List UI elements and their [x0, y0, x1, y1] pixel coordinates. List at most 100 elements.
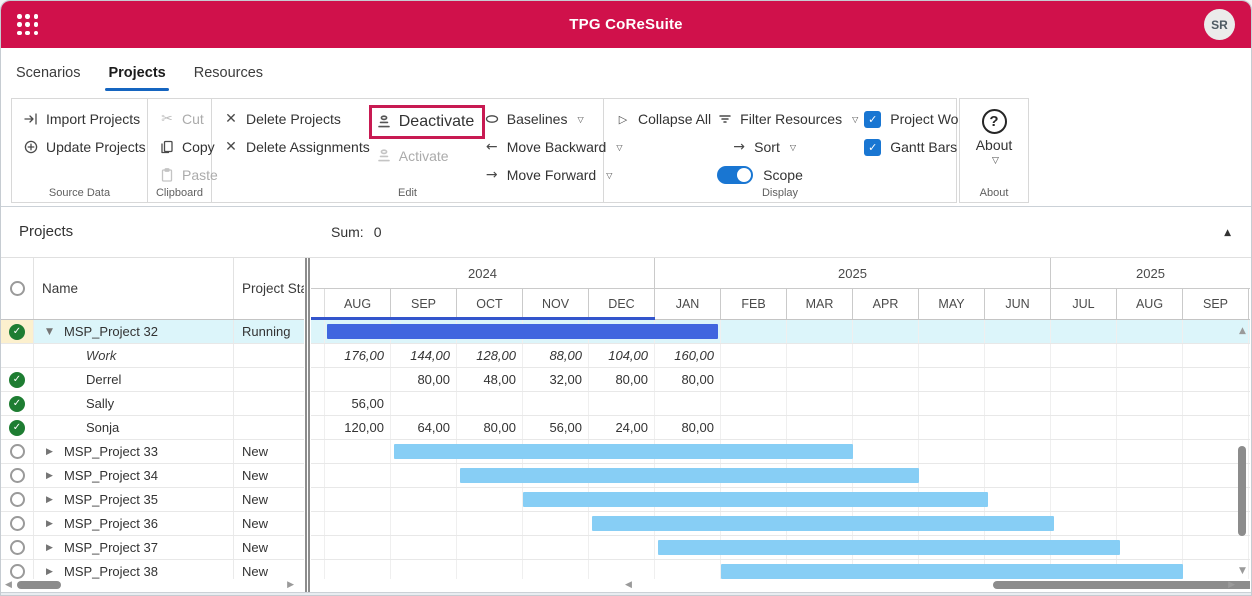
gantt-row[interactable]: [311, 560, 1250, 579]
gantt-bar[interactable]: [394, 444, 853, 459]
scroll-right-icon[interactable]: ▶: [1228, 580, 1235, 590]
expander-icon[interactable]: ▶: [46, 447, 64, 457]
row-select-cell[interactable]: ✓: [1, 368, 33, 391]
gantt-row[interactable]: 80,0048,0032,0080,0080,00: [311, 368, 1250, 392]
gantt-bar[interactable]: [721, 564, 1183, 579]
import-projects-button[interactable]: Import Projects: [20, 105, 141, 133]
deactivate-label[interactable]: Deactivate: [399, 113, 475, 131]
scroll-thumb[interactable]: [993, 581, 1250, 589]
column-header-status[interactable]: Project Sta: [233, 258, 304, 319]
panel-collapse-button[interactable]: ▲: [1224, 228, 1231, 238]
gantt-row[interactable]: 56,00: [311, 392, 1250, 416]
cut-button[interactable]: ✂ Cut: [156, 105, 205, 133]
project-row[interactable]: ▶MSP_Project 38New: [1, 560, 304, 579]
paste-button[interactable]: Paste: [156, 161, 205, 189]
gantt-bar[interactable]: [523, 492, 988, 507]
expander-icon[interactable]: ▶: [46, 567, 64, 577]
expander-icon[interactable]: ▼: [46, 327, 64, 337]
vertical-scrollbar-gantt[interactable]: ▲ ▼: [1235, 324, 1250, 578]
project-row[interactable]: ▶MSP_Project 37New: [1, 536, 304, 560]
expander-icon[interactable]: ▶: [46, 471, 64, 481]
resource-row[interactable]: ✓Derrel: [1, 368, 304, 392]
gantt-row[interactable]: [311, 488, 1250, 512]
gantt-row[interactable]: 120,0064,0080,0056,0024,0080,00: [311, 416, 1250, 440]
row-select-cell[interactable]: [1, 488, 33, 511]
scroll-thumb[interactable]: [17, 581, 61, 589]
scroll-left-icon[interactable]: ◀: [5, 580, 12, 590]
scroll-down-icon[interactable]: ▼: [1235, 566, 1250, 576]
row-radio[interactable]: [10, 468, 25, 483]
work-row[interactable]: Work: [1, 344, 304, 368]
row-radio[interactable]: [10, 444, 25, 459]
project-work-checkbox[interactable]: ✓: [864, 111, 881, 128]
resource-row[interactable]: ✓Sally: [1, 392, 304, 416]
month-header-cell[interactable]: SEP: [391, 289, 457, 319]
gantt-bar[interactable]: [592, 516, 1054, 531]
project-row[interactable]: ▶MSP_Project 35New: [1, 488, 304, 512]
copy-button[interactable]: Copy: [156, 133, 205, 161]
about-button[interactable]: About: [976, 137, 1013, 153]
month-header-cell[interactable]: APR: [853, 289, 919, 319]
scroll-thumb[interactable]: [1238, 446, 1246, 536]
row-select-cell[interactable]: ✓: [1, 416, 33, 439]
scope-toggle[interactable]: [717, 166, 753, 184]
delete-projects-button[interactable]: ✕ Delete Projects: [220, 105, 373, 133]
project-row[interactable]: ✓▼MSP_Project 32Running: [1, 320, 304, 344]
user-avatar[interactable]: SR: [1204, 9, 1235, 40]
row-select-cell[interactable]: [1, 344, 33, 367]
month-header-cell[interactable]: OCT: [457, 289, 523, 319]
gantt-bar[interactable]: [658, 540, 1120, 555]
expander-icon[interactable]: ▶: [46, 543, 64, 553]
gantt-row[interactable]: [311, 512, 1250, 536]
scroll-right-icon[interactable]: ▶: [287, 580, 294, 590]
month-header-cell[interactable]: JAN: [655, 289, 721, 319]
resource-row[interactable]: ✓Sonja: [1, 416, 304, 440]
month-header-cell[interactable]: SEP: [1183, 289, 1249, 319]
scroll-left-icon[interactable]: ◀: [625, 580, 632, 590]
tab-resources[interactable]: Resources: [191, 48, 266, 98]
select-all-cell[interactable]: [1, 258, 33, 319]
gantt-bar[interactable]: [327, 324, 718, 339]
month-header-cell[interactable]: AUG: [1117, 289, 1183, 319]
project-row[interactable]: ▶MSP_Project 36New: [1, 512, 304, 536]
collapse-all-button[interactable]: ▷ Collapse All: [612, 105, 714, 133]
row-select-cell[interactable]: [1, 536, 33, 559]
gantt-bar[interactable]: [460, 468, 919, 483]
update-projects-button[interactable]: Update Projects: [20, 133, 141, 161]
month-header-cell[interactable]: MAY: [919, 289, 985, 319]
row-select-cell[interactable]: ✓: [1, 392, 33, 415]
sort-button[interactable]: → Sort ▽: [728, 133, 861, 161]
row-select-cell[interactable]: [1, 440, 33, 463]
month-header-cell[interactable]: NOV: [523, 289, 589, 319]
horizontal-scrollbar-gantt[interactable]: ◀ ▶: [621, 579, 1249, 592]
filter-resources-button[interactable]: Filter Resources ▽: [714, 105, 861, 133]
pane-splitter[interactable]: [304, 258, 311, 592]
tab-projects[interactable]: Projects: [105, 48, 168, 98]
month-header-cell[interactable]: MAR: [787, 289, 853, 319]
gantt-row[interactable]: [311, 320, 1250, 344]
scroll-up-icon[interactable]: ▲: [1235, 326, 1250, 336]
gantt-bars-checkbox[interactable]: ✓: [864, 139, 881, 156]
row-radio[interactable]: [10, 516, 25, 531]
month-header-cell[interactable]: AUG: [325, 289, 391, 319]
row-radio[interactable]: [10, 540, 25, 555]
project-row[interactable]: ▶MSP_Project 34New: [1, 464, 304, 488]
expander-icon[interactable]: ▶: [46, 495, 64, 505]
month-header-cell[interactable]: DEC: [589, 289, 655, 319]
project-row[interactable]: ▶MSP_Project 33New: [1, 440, 304, 464]
month-header-cell[interactable]: JUL: [1051, 289, 1117, 319]
activate-button[interactable]: Activate: [373, 142, 481, 170]
gantt-row[interactable]: [311, 440, 1250, 464]
row-radio[interactable]: [10, 564, 25, 579]
row-select-cell[interactable]: [1, 464, 33, 487]
row-select-cell[interactable]: ✓: [1, 320, 33, 343]
expander-icon[interactable]: ▶: [46, 519, 64, 529]
row-select-cell[interactable]: [1, 512, 33, 535]
column-header-name[interactable]: Name: [33, 258, 233, 319]
gantt-row[interactable]: [311, 536, 1250, 560]
gantt-row[interactable]: 176,00144,00128,0088,00104,00160,00: [311, 344, 1250, 368]
month-header-cell[interactable]: JUN: [985, 289, 1051, 319]
select-all-radio[interactable]: [10, 281, 25, 296]
delete-assignments-button[interactable]: ✕ Delete Assignments: [220, 133, 373, 161]
tab-scenarios[interactable]: Scenarios: [13, 48, 83, 98]
